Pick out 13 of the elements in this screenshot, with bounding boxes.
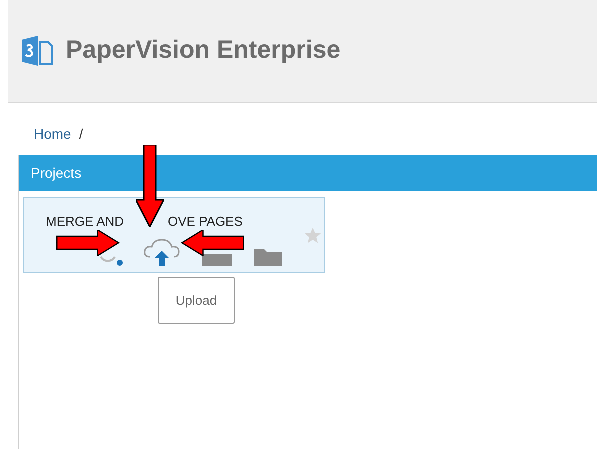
breadcrumb-link[interactable]: Home bbox=[34, 124, 72, 145]
star-icon[interactable] bbox=[304, 227, 322, 245]
panel-header: Projects bbox=[19, 155, 597, 191]
upload-icon[interactable] bbox=[142, 237, 182, 267]
logo-icon bbox=[20, 34, 54, 68]
app-title: PaperVision Enterprise bbox=[66, 35, 341, 66]
folder-icon[interactable] bbox=[200, 253, 234, 267]
breadcrumb-separator: / bbox=[79, 125, 84, 144]
tooltip: Upload bbox=[158, 277, 235, 324]
arrow-icon bbox=[136, 145, 164, 227]
project-title: MERGE AND bbox=[46, 213, 126, 228]
project-title: OVE PAGES bbox=[168, 213, 243, 228]
project-card[interactable]: MERGE AND OVE PAGES bbox=[23, 197, 325, 273]
